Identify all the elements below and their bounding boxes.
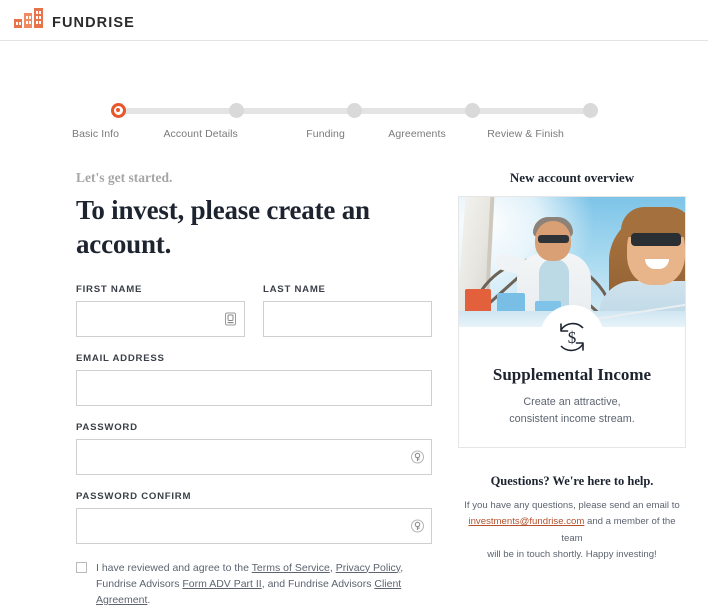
password-input[interactable]	[76, 438, 432, 475]
terms-tail: .	[147, 594, 151, 607]
stepper-node-account-details[interactable]	[228, 103, 244, 118]
last-name-input[interactable]	[263, 300, 432, 337]
password-key-icon[interactable]	[411, 449, 424, 464]
terms-text: I have reviewed and agree to the Terms o…	[96, 560, 432, 609]
terms-agreement-row: I have reviewed and agree to the Terms o…	[76, 560, 432, 611]
overview-card-subtitle: Create an attractive, consistent income …	[459, 394, 685, 429]
overview-sub-line-2: consistent income stream.	[509, 413, 635, 426]
email-label: EMAIL ADDRESS	[76, 352, 165, 364]
account-overview-panel: New account overview $ Supplemental Inco…	[458, 170, 686, 611]
password-label: PASSWORD	[76, 421, 138, 433]
autofill-contact-icon[interactable]	[224, 311, 237, 326]
overview-sub-line-1: Create an attractive,	[523, 396, 621, 408]
password-confirm-label: PASSWORD CONFIRM	[76, 490, 192, 502]
brand-name: FUNDRISE	[52, 15, 135, 31]
overview-panel-title: New account overview	[509, 170, 635, 185]
stepper-node-basic-info[interactable]	[110, 103, 126, 118]
help-body: If you have any questions, please send a…	[458, 498, 686, 564]
help-line-3: will be in touch shortly. Happy investin…	[487, 549, 657, 561]
help-section: Questions? We're here to help. If you ha…	[458, 474, 686, 564]
email-input[interactable]	[76, 369, 432, 406]
fundrise-buildings-logo-icon	[14, 7, 44, 33]
password-field-group: PASSWORD	[76, 422, 432, 475]
progress-stepper: Basic Info Account Details Funding Agree…	[0, 103, 708, 140]
stepper-label-review-finish: Review & Finish	[487, 128, 564, 140]
app-header: FUNDRISE	[0, 0, 708, 41]
form-eyebrow: Let's get started.	[76, 170, 173, 185]
brand-logo[interactable]: FUNDRISE	[14, 7, 135, 33]
page-title: To invest, please create an account.	[76, 195, 370, 259]
recurring-dollar-icon: $	[540, 305, 604, 369]
stepper-label-agreements: Agreements	[388, 128, 446, 140]
email-field-group: EMAIL ADDRESS	[76, 353, 432, 406]
stepper-label-account-details: Account Details	[163, 128, 238, 140]
last-name-field-group: LAST NAME	[263, 284, 432, 337]
first-name-field-group: FIRST NAME	[76, 284, 245, 337]
first-name-input[interactable]	[76, 300, 245, 337]
help-title: Questions? We're here to help.	[490, 473, 654, 488]
terms-sep-3: , and Fundrise Advisors	[261, 577, 375, 590]
help-line-1: If you have any questions, please send a…	[464, 499, 680, 511]
stepper-node-agreements[interactable]	[464, 103, 480, 118]
signup-form: Let's get started. To invest, please cre…	[76, 170, 432, 611]
page-content: Let's get started. To invest, please cre…	[0, 170, 708, 611]
terms-lead: I have reviewed and agree to the	[96, 561, 252, 574]
password-key-icon[interactable]	[411, 518, 424, 533]
stepper-label-funding: Funding	[306, 128, 345, 140]
stepper-label-basic-info: Basic Info	[72, 128, 120, 140]
first-name-label: FIRST NAME	[76, 283, 143, 295]
stepper-node-review-finish[interactable]	[582, 103, 598, 118]
privacy-policy-link[interactable]: Privacy Policy	[336, 562, 401, 574]
overview-card: $ Supplemental Income Create an attracti…	[458, 196, 686, 448]
terms-checkbox[interactable]	[76, 561, 87, 573]
terms-of-service-link[interactable]: Terms of Service	[252, 562, 330, 574]
support-email-link[interactable]: investments@fundrise.com	[468, 516, 584, 527]
password-confirm-field-group: PASSWORD CONFIRM	[76, 491, 432, 544]
last-name-label: LAST NAME	[263, 283, 326, 295]
password-confirm-input[interactable]	[76, 507, 432, 544]
form-adv-part-ii-link[interactable]: Form ADV Part II	[182, 578, 261, 590]
svg-text:$: $	[568, 328, 577, 347]
stepper-node-funding[interactable]	[346, 103, 362, 118]
